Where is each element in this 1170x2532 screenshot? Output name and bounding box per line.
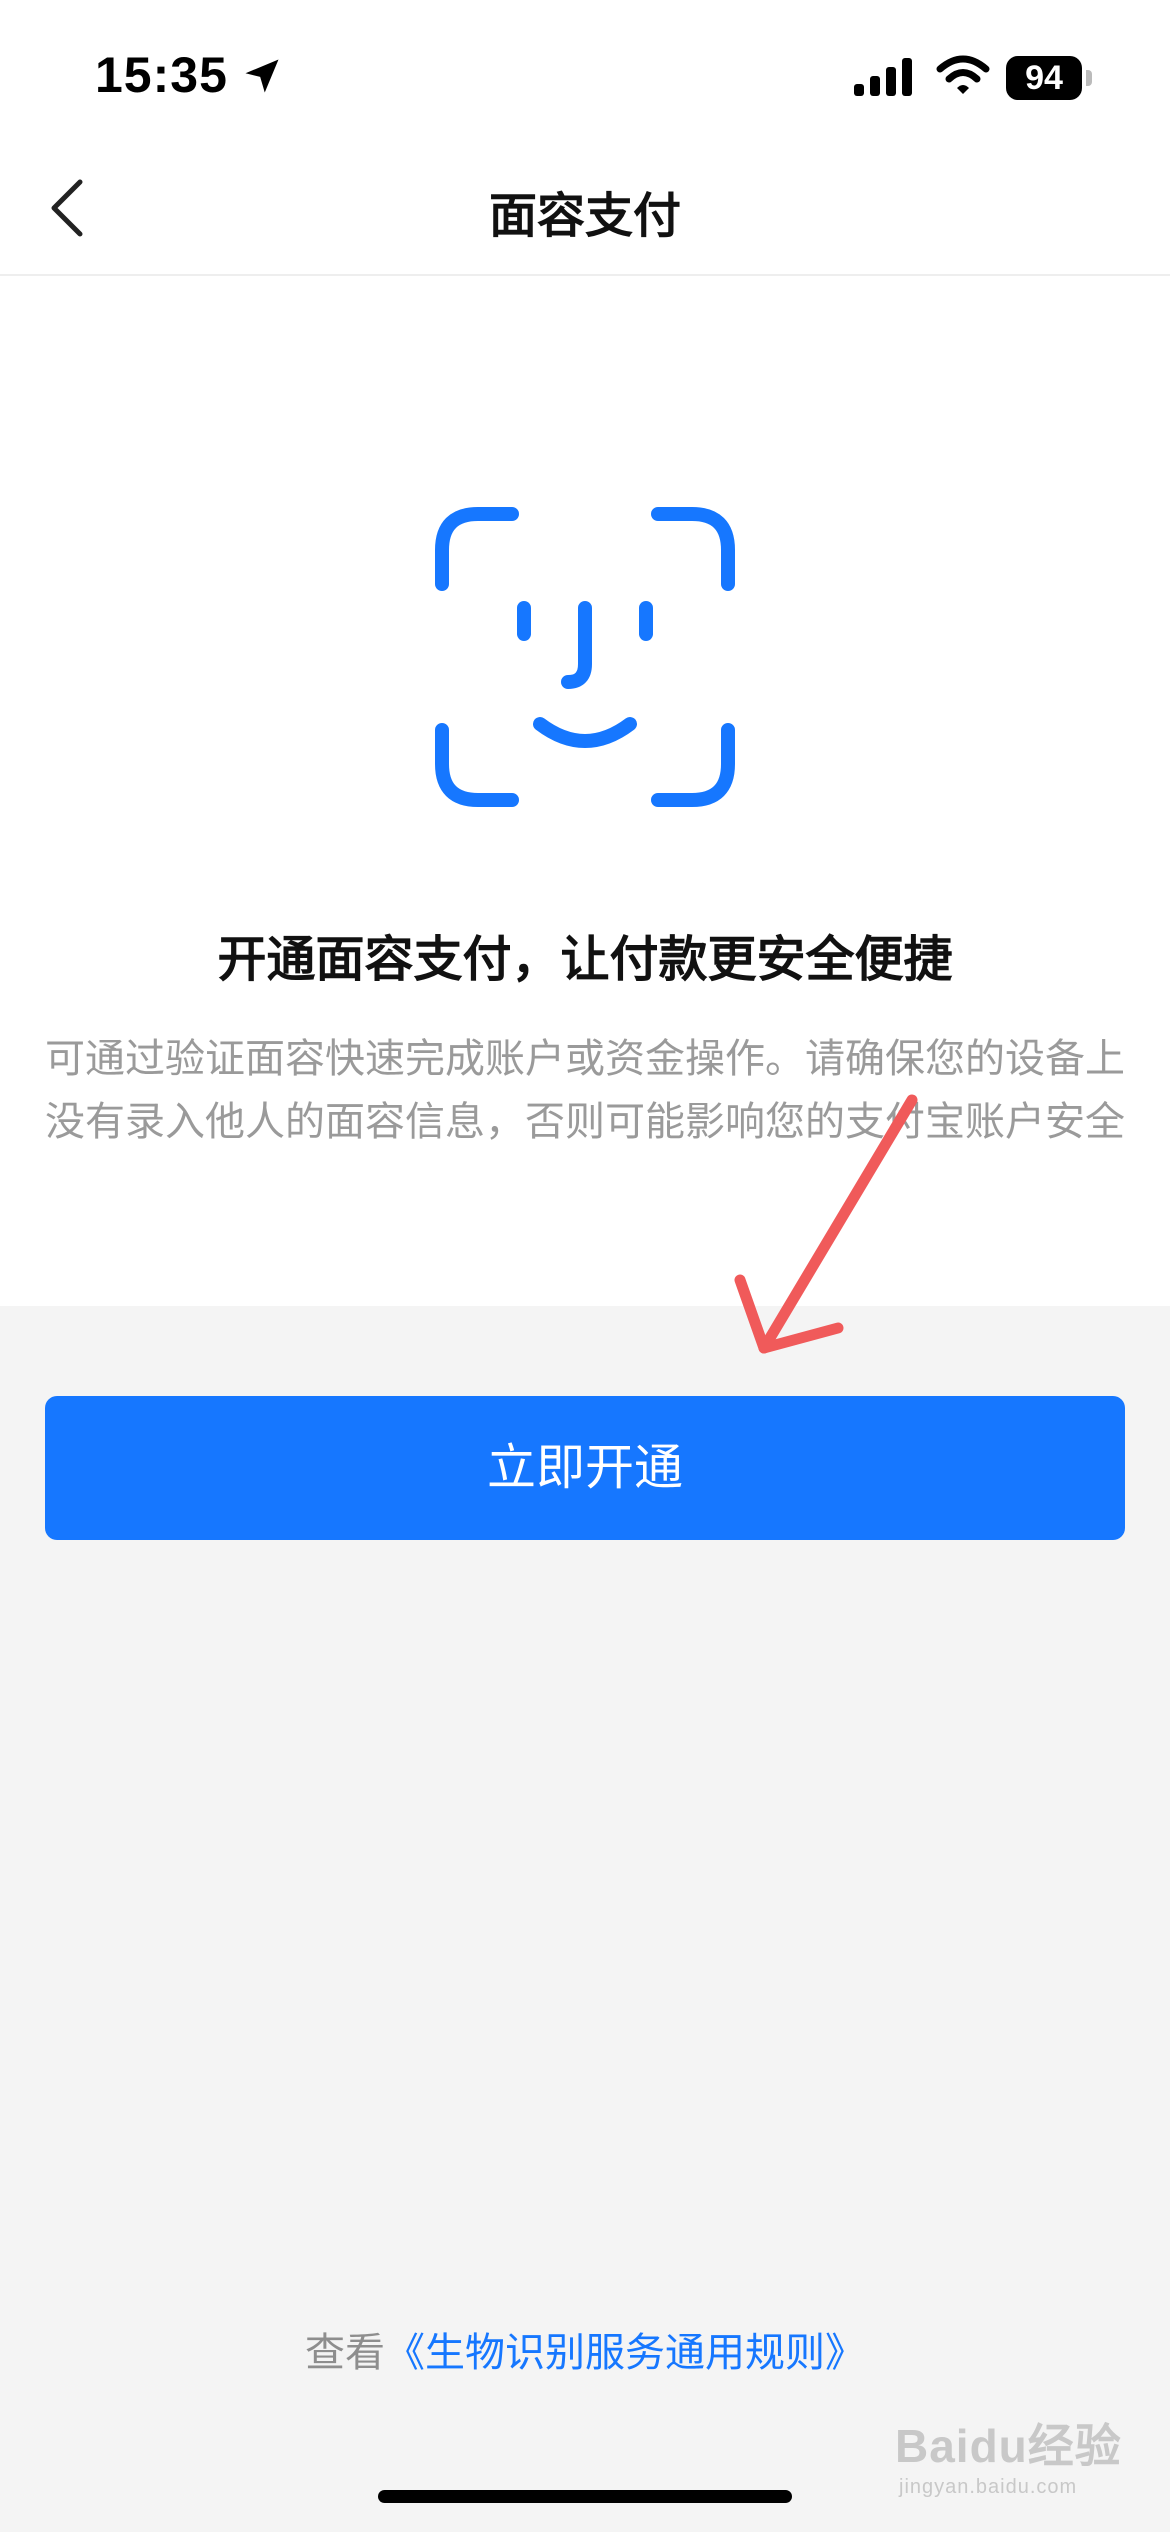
status-time: 15:35 [95, 47, 228, 103]
watermark-url: jingyan.baidu.com [899, 2476, 1078, 2498]
face-id-icon [435, 507, 735, 807]
watermark-brand: Baidu经验 [895, 2420, 1122, 2472]
intro-title: 开通面容支付，让付款更安全便捷 [217, 931, 953, 988]
agreement-notice: 查看《生物识别服务通用规则》 [0, 2320, 1170, 2378]
enable-now-button[interactable]: 立即开通 [45, 1396, 1125, 1540]
home-indicator[interactable] [378, 2490, 792, 2503]
agreement-prefix: 查看 [305, 2330, 385, 2376]
location-icon [245, 59, 279, 93]
watermark: Baidu经验 jingyan.baidu.com [895, 2410, 1122, 2499]
intro-description: 可通过验证面容快速完成账户或资金操作。请确保您的设备上没有录入他人的面容信息，否… [45, 1036, 1125, 1145]
status-bar: 15:35 94 [0, 0, 1170, 140]
signal-icon [854, 58, 912, 96]
battery-tip [1086, 70, 1092, 86]
intro-section: 开通面容支付，让付款更安全便捷 可通过验证面容快速完成账户或资金操作。请确保您的… [0, 276, 1170, 1306]
biometric-rules-link[interactable]: 《生物识别服务通用规则》 [385, 2330, 865, 2376]
nav-bar: 面容支付 [0, 140, 1170, 276]
page-title: 面容支付 [488, 188, 681, 244]
battery-icon: 94 [1006, 56, 1082, 100]
battery-level: 94 [1025, 59, 1063, 97]
wifi-icon [936, 55, 990, 94]
